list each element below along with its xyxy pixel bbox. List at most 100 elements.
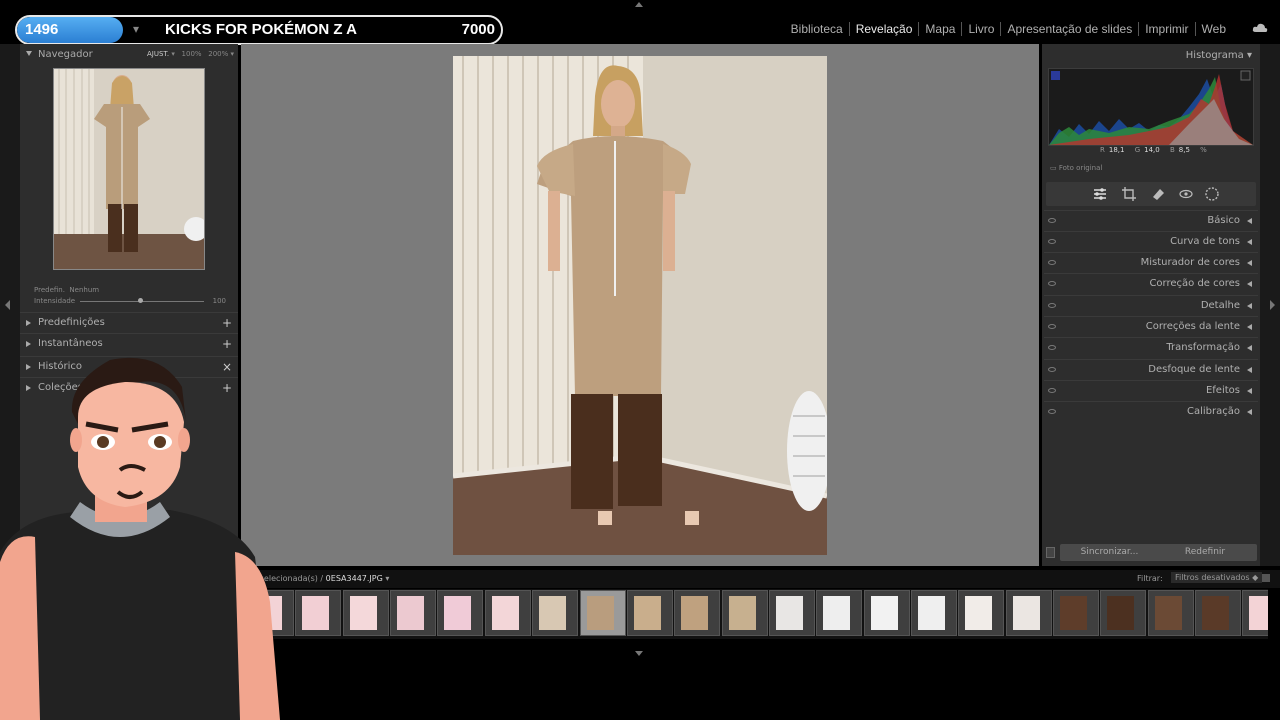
eye-icon[interactable] — [1048, 324, 1056, 329]
module-imprimir[interactable]: Imprimir — [1139, 22, 1196, 36]
section-desfoque-lente[interactable]: Desfoque de lente — [1044, 359, 1258, 379]
caret-down-icon: ▾ — [133, 22, 140, 36]
section-detalhe[interactable]: Detalhe — [1044, 295, 1258, 315]
sync-button[interactable]: Sincronizar... — [1060, 544, 1159, 561]
masking-icon[interactable] — [1204, 186, 1220, 202]
collapse-triangle-icon — [1247, 367, 1252, 373]
thumbnail-image — [1013, 596, 1040, 630]
section-label: Misturador de cores — [1140, 257, 1240, 268]
zoom-fit[interactable]: AJUST. — [147, 50, 169, 58]
module-web[interactable]: Web — [1196, 22, 1232, 36]
eye-icon[interactable] — [1048, 388, 1056, 393]
original-photo-toggle[interactable]: ▭ Foto original — [1050, 164, 1102, 172]
filmstrip-thumbnail[interactable] — [674, 590, 720, 636]
section-misturador-cores[interactable]: Misturador de cores — [1044, 252, 1258, 272]
collapse-triangle-icon — [1247, 281, 1252, 287]
filmstrip-thumbnail[interactable] — [627, 590, 673, 636]
overlay-count: 1496 — [17, 17, 123, 43]
reset-button[interactable]: Redefinir — [1153, 544, 1257, 561]
right-edge-strip[interactable] — [1260, 44, 1280, 566]
eraser-icon[interactable] — [1150, 186, 1166, 202]
thumbnail-image — [1107, 596, 1134, 630]
histogram-header[interactable]: Histograma ▾ — [1186, 50, 1252, 61]
filmstrip-thumbnail[interactable] — [1242, 590, 1268, 636]
filmstrip-thumbnail[interactable] — [722, 590, 768, 636]
eye-icon[interactable] — [1048, 345, 1056, 350]
thumbnail-image — [302, 596, 329, 630]
filter-label: Filtrar: — [1137, 574, 1163, 583]
filmstrip-thumbnail[interactable] — [911, 590, 957, 636]
filmstrip-thumbnail[interactable] — [295, 590, 341, 636]
filmstrip-thumbnail[interactable] — [485, 590, 531, 636]
filmstrip-thumbnail[interactable] — [958, 590, 1004, 636]
sync-toggle-switch[interactable] — [1046, 547, 1055, 558]
navigator-preview[interactable] — [53, 68, 205, 270]
top-bar: 1496 ▾ KICKS FOR POKÉMON Z A 7000 Biblio… — [0, 0, 1280, 45]
filmstrip-thumbnail[interactable] — [1100, 590, 1146, 636]
histogram[interactable] — [1048, 68, 1254, 146]
g-value: 14,0 — [1144, 146, 1160, 154]
filmstrip-thumbnail[interactable] — [390, 590, 436, 636]
filmstrip-thumbnail[interactable] — [864, 590, 910, 636]
filter-dropdown[interactable]: Filtros desativados ◆ — [1171, 572, 1263, 583]
eye-icon[interactable] — [1048, 281, 1056, 286]
collapse-top-arrow-icon[interactable] — [635, 2, 643, 7]
collapse-bottom-arrow-icon[interactable] — [635, 651, 643, 656]
crop-icon[interactable] — [1121, 186, 1137, 202]
overlay-title: KICKS FOR POKÉMON Z A — [165, 21, 357, 38]
intensity-slider-knob[interactable] — [138, 298, 143, 303]
eye-icon[interactable] — [1048, 239, 1056, 244]
section-calibracao[interactable]: Calibração — [1044, 401, 1258, 421]
filmstrip-thumbnail[interactable] — [532, 590, 578, 636]
zoom-100[interactable]: 100% — [182, 50, 202, 58]
thumbnail-image — [776, 596, 803, 630]
filmstrip-thumbnail[interactable] — [343, 590, 389, 636]
module-revelacao[interactable]: Revelação — [850, 22, 920, 36]
panel-predefinicoes[interactable]: Predefinições + — [20, 312, 238, 332]
section-basico[interactable]: Básico — [1044, 210, 1258, 230]
thumbnail-image — [1202, 596, 1229, 630]
module-apresentacao[interactable]: Apresentação de slides — [1001, 22, 1140, 36]
photo-preview[interactable] — [453, 56, 827, 555]
module-livro[interactable]: Livro — [962, 22, 1002, 36]
right-panel-toggle-icon[interactable] — [1270, 300, 1276, 310]
eye-icon[interactable] — [1048, 409, 1056, 414]
module-biblioteca[interactable]: Biblioteca — [785, 22, 850, 36]
filmstrip-thumbnail[interactable] — [769, 590, 815, 636]
collapse-triangle-icon — [1247, 239, 1252, 245]
eye-icon[interactable] — [1048, 303, 1056, 308]
preset-value[interactable]: Nenhum — [69, 286, 99, 294]
eye-icon[interactable] — [1048, 260, 1056, 265]
section-correcoes-lente[interactable]: Correções da lente — [1044, 316, 1258, 336]
sliders-icon[interactable] — [1092, 186, 1108, 202]
zoom-200[interactable]: 200% — [208, 50, 228, 58]
filmstrip-thumbnail[interactable] — [437, 590, 483, 636]
section-curva-tons[interactable]: Curva de tons — [1044, 231, 1258, 251]
filmstrip-thumbnail[interactable] — [1053, 590, 1099, 636]
navigator-header[interactable]: Navegador AJUST. ▾ 100% 200% ▾ — [20, 44, 238, 65]
eye-icon[interactable] — [1048, 218, 1056, 223]
red-eye-icon[interactable] — [1178, 186, 1194, 202]
add-preset-icon[interactable]: + — [222, 313, 232, 333]
current-file: 0ESA3447.JPG — [325, 574, 383, 583]
filmstrip-thumbnail[interactable] — [1006, 590, 1052, 636]
module-mapa[interactable]: Mapa — [919, 22, 963, 36]
left-panel-toggle-icon[interactable] — [5, 300, 11, 310]
b-label: B — [1169, 146, 1175, 154]
collapse-triangle-icon — [1247, 409, 1252, 415]
filmstrip-thumbnail[interactable] — [816, 590, 862, 636]
section-label: Transformação — [1166, 342, 1240, 353]
thumbnail-image — [1060, 596, 1087, 630]
filter-lock-icon[interactable] — [1262, 574, 1270, 582]
cloud-icon[interactable] — [1252, 23, 1268, 33]
filmstrip-thumbnail[interactable] — [1195, 590, 1241, 636]
section-correcao-cores[interactable]: Correção de cores — [1044, 273, 1258, 293]
thumbnail-image — [729, 596, 756, 630]
filmstrip-thumbnail[interactable] — [1148, 590, 1194, 636]
section-transformacao[interactable]: Transformação — [1044, 337, 1258, 357]
section-efeitos[interactable]: Efeitos — [1044, 380, 1258, 400]
thumbnail-image — [1155, 596, 1182, 630]
eye-icon[interactable] — [1048, 367, 1056, 372]
main-canvas — [241, 44, 1039, 566]
filmstrip-thumbnail[interactable] — [580, 590, 626, 636]
